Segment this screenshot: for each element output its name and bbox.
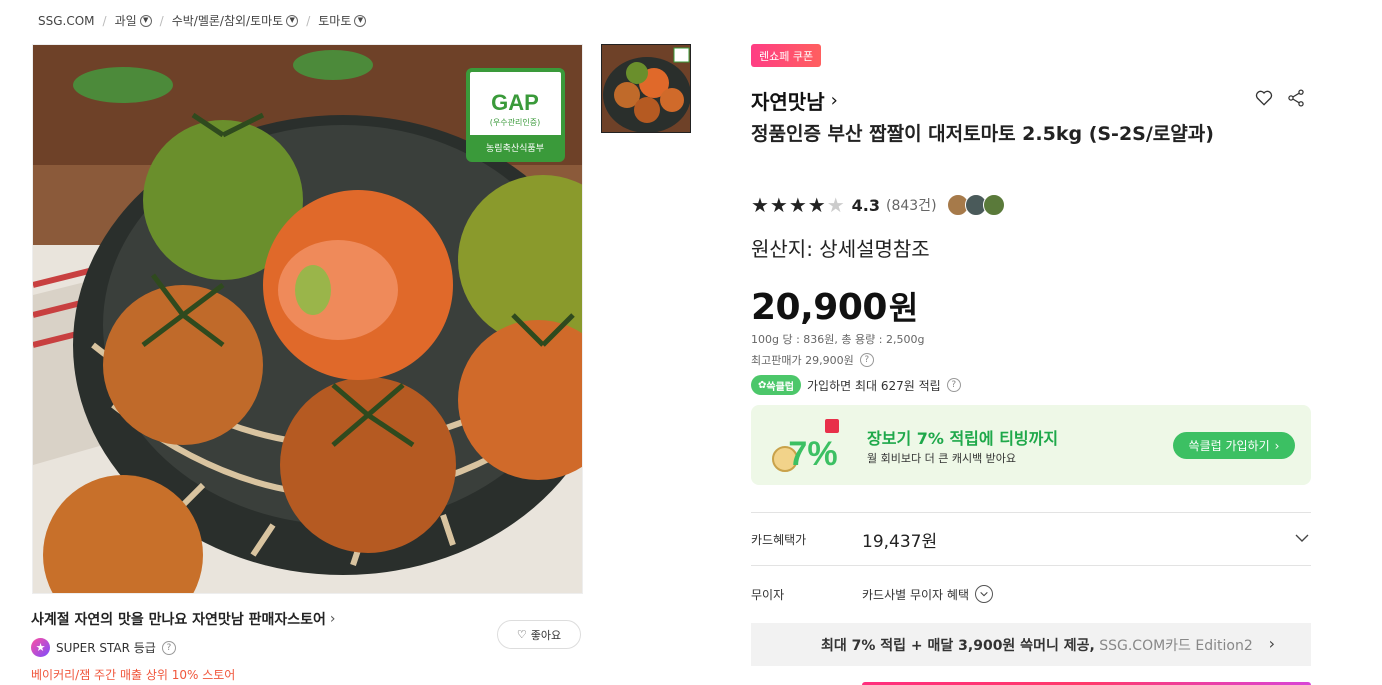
seller-store-text: 사계절 자연의 맛을 만나요 자연맛남 판매자스토어 — [31, 612, 326, 628]
half-star-icon: ★ — [826, 193, 846, 217]
review-photo — [982, 194, 1005, 216]
rating-stars: ★★★★★ — [751, 193, 846, 217]
help-icon[interactable]: ? — [946, 378, 961, 392]
promo-title: 장보기 7% 적립에 티빙까지 — [867, 429, 1059, 448]
brand-name: 자연맛남 — [751, 90, 825, 114]
breadcrumb-separator: / — [159, 13, 164, 28]
breadcrumb-item-label: 토마토 — [318, 14, 352, 28]
no-interest-value[interactable]: 카드사별 무이자 혜택 — [862, 585, 993, 603]
heart-icon: ♡ — [516, 629, 527, 641]
share-icon[interactable] — [1286, 88, 1306, 108]
ssg-club-badge: ✿ 쓱클럽 — [751, 375, 801, 395]
rating-value: 4.3 — [851, 195, 880, 215]
seller-store-link[interactable]: 사계절 자연의 맛을 만나요 자연맛남 판매자스토어 › — [31, 609, 335, 629]
price-number: 20,900 — [751, 287, 887, 328]
tomato-basket-illustration: GAP (우수관리인증) 농림축산식품부 — [33, 45, 582, 593]
chevron-down-icon[interactable]: ▼ — [139, 14, 152, 27]
price-unit: 원 — [888, 289, 918, 327]
product-title: 정품인증 부산 짭짤이 대저토마토 2.5kg (S-2S/로얄과) — [751, 123, 1214, 145]
chevron-down-icon[interactable]: ▼ — [286, 14, 299, 27]
no-interest-label: 무이자 — [751, 587, 785, 602]
breadcrumb-item-melon[interactable]: 수박/멜론/참외/토마토 ▼ — [172, 12, 299, 29]
no-interest-text: 카드사별 무이자 혜택 — [862, 587, 969, 602]
join-button-label: 쓱클럽 가입하기 — [1188, 439, 1270, 453]
ssg-card-banner[interactable]: 최대 7% 적립 + 매달 3,900원 쓱머니 제공, SSG.COM카드 E… — [751, 623, 1311, 666]
seller-rank-note: 베이커리/잼 주간 매출 상위 10% 스토어 — [31, 668, 236, 682]
card-benefit-label: 카드혜택가 — [751, 532, 807, 547]
card-banner-card-name: SSG.COM카드 Edition2 — [1099, 637, 1253, 654]
product-main-image[interactable]: GAP (우수관리인증) 농림축산식품부 — [32, 44, 583, 594]
gap-sub-text: (우수관리인증) — [490, 117, 540, 127]
review-count: (843건) — [886, 198, 937, 214]
no-interest-row[interactable]: 무이자 카드사별 무이자 혜택 — [751, 566, 1311, 622]
chevron-down-icon[interactable]: ▼ — [354, 14, 367, 27]
ssg-club-badge-label: 쓱클럽 — [766, 381, 794, 393]
superstar-icon: ★ — [31, 638, 50, 657]
gap-mark-text: GAP — [491, 90, 539, 115]
chevron-down-icon[interactable] — [975, 585, 993, 603]
gap-ministry-text: 농림축산식품부 — [486, 142, 544, 154]
promo-subtitle: 월 회비보다 더 큰 캐시백 받아요 — [867, 452, 1017, 465]
breadcrumb-home-label: SSG.COM — [38, 13, 95, 28]
card-benefit-value: 19,437원 — [862, 531, 938, 552]
like-label: 좋아요 — [530, 629, 562, 642]
chevron-right-icon: › — [1274, 438, 1280, 453]
chevron-right-icon: › — [830, 90, 838, 111]
max-price: 최고판매가 29,900원 ? — [751, 352, 874, 368]
coupon-badge: 렌쇼페 쿠폰 — [751, 44, 822, 67]
seven-percent-visual: 7% — [772, 419, 839, 473]
card-banner-text: 최대 7% 적립 + 매달 3,900원 쓱머니 제공, SSG.COM카드 E… — [821, 635, 1253, 655]
product-thumbnail[interactable] — [601, 44, 691, 133]
ssg-club-text: 가입하면 최대 627원 적립 — [807, 378, 941, 393]
like-store-button[interactable]: ♡ 좋아요 — [497, 620, 581, 649]
help-icon[interactable]: ? — [859, 353, 874, 367]
chevron-down-glyph — [980, 591, 988, 597]
card-banner-bold: 최대 7% 적립 + 매달 3,900원 쓱머니 제공, — [821, 637, 1095, 654]
chevron-down-icon[interactable] — [1293, 529, 1311, 547]
heart-icon[interactable] — [1254, 88, 1274, 108]
unit-price: 100g 당 : 836원, 총 용량 : 2,500g — [751, 333, 925, 346]
breadcrumb-home[interactable]: SSG.COM — [38, 14, 95, 28]
origin-info: 원산지: 상세설명참조 — [751, 237, 930, 261]
ssg-club-row: ✿ 쓱클럽 가입하면 최대 627원 적립 ? — [751, 375, 961, 395]
help-icon[interactable]: ? — [161, 640, 176, 655]
chevron-right-icon: › — [1268, 634, 1275, 653]
breadcrumb-item-label: 수박/멜론/참외/토마토 — [171, 14, 284, 28]
chevron-right-icon: › — [329, 611, 336, 627]
card-benefit-row[interactable]: 카드혜택가 19,437원 — [751, 513, 1311, 565]
ssg-club-join-button[interactable]: 쓱클럽 가입하기 › — [1173, 432, 1295, 459]
breadcrumb: SSG.COM / 과일 ▼ / 수박/멜론/참외/토마토 ▼ / 토마토 ▼ — [38, 12, 367, 29]
brand-link[interactable]: 자연맛남 › — [751, 86, 838, 115]
breadcrumb-separator: / — [102, 13, 107, 28]
product-actions — [1254, 88, 1306, 108]
max-price-label: 최고판매가 29,900원 — [751, 354, 854, 367]
seller-grade: ★ SUPER STAR 등급 ? — [31, 638, 176, 657]
clover-icon: ✿ — [758, 379, 767, 391]
breadcrumb-item-label: 과일 — [114, 14, 137, 28]
breadcrumb-item-tomato[interactable]: 토마토 ▼ — [318, 12, 367, 29]
tomato-thumbnail-illustration — [602, 45, 690, 132]
review-photo-thumbs[interactable] — [946, 194, 1005, 216]
ssg-club-promo-banner[interactable]: 7% 장보기 7% 적립에 티빙까지 월 회비보다 더 큰 캐시백 받아요 쓱클… — [751, 405, 1311, 485]
breadcrumb-item-fruit[interactable]: 과일 ▼ — [115, 12, 152, 29]
rating-row[interactable]: ★★★★★ 4.3 (843건) — [751, 193, 1005, 217]
sale-price: 20,900원 — [751, 283, 918, 329]
seller-grade-label: SUPER STAR 등급 — [56, 641, 156, 655]
seven-percent-text: 7% — [788, 435, 837, 473]
breadcrumb-separator: / — [306, 13, 311, 28]
